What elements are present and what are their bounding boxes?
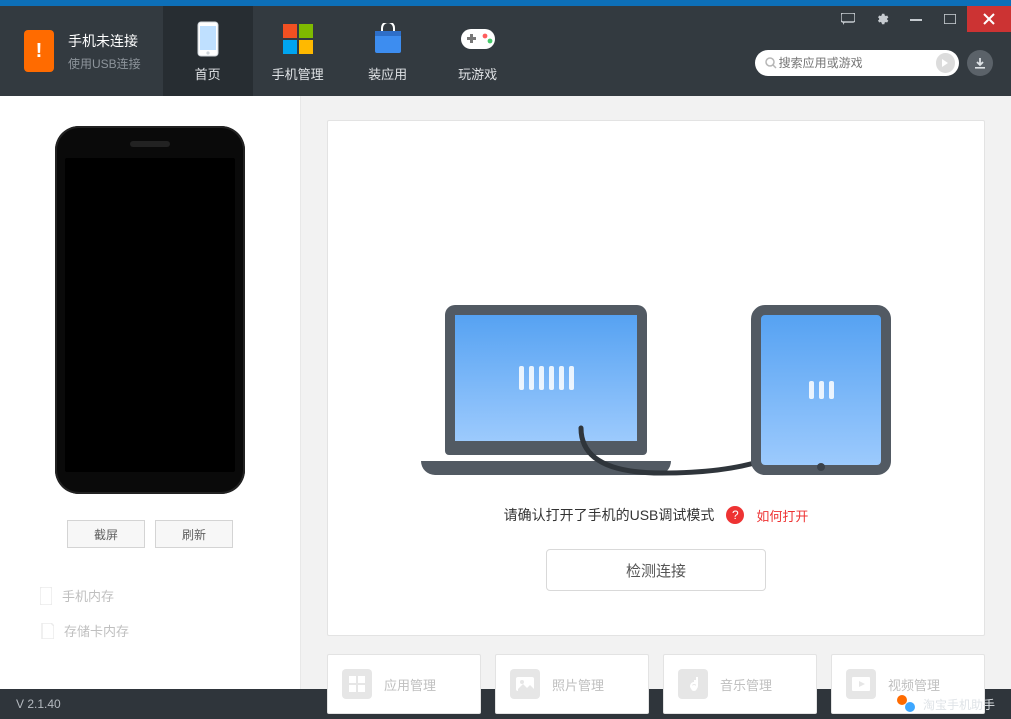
phone-icon bbox=[197, 20, 219, 58]
nav-manage[interactable]: 手机管理 bbox=[253, 6, 343, 96]
shopping-bag-icon bbox=[373, 20, 403, 58]
minimize-button[interactable] bbox=[899, 6, 933, 32]
maximize-button[interactable] bbox=[933, 6, 967, 32]
alert-phone-icon: ! bbox=[24, 30, 54, 72]
tile-label: 视频管理 bbox=[888, 675, 940, 694]
nav-games[interactable]: 玩游戏 bbox=[433, 6, 523, 96]
status-title: 手机未连接 bbox=[68, 31, 141, 51]
nav-label: 玩游戏 bbox=[458, 64, 497, 83]
download-button[interactable] bbox=[967, 50, 993, 76]
phone-device-icon bbox=[751, 305, 891, 475]
how-to-open-link[interactable]: 如何打开 bbox=[756, 506, 808, 525]
device-preview bbox=[55, 126, 245, 494]
tile-apps[interactable]: 应用管理 bbox=[327, 654, 481, 714]
tiles-icon bbox=[283, 20, 313, 58]
apps-icon bbox=[342, 669, 372, 699]
status-subtitle: 使用USB连接 bbox=[68, 55, 141, 72]
connection-diagram bbox=[421, 255, 891, 475]
tile-label: 应用管理 bbox=[384, 675, 436, 694]
version-label: V 2.1.40 bbox=[16, 697, 61, 711]
refresh-button[interactable]: 刷新 bbox=[155, 520, 233, 548]
connection-status-block: ! 手机未连接 使用USB连接 bbox=[0, 6, 163, 96]
phone-storage-row: 手机内存 bbox=[40, 578, 260, 613]
nav-apps[interactable]: 装应用 bbox=[343, 6, 433, 96]
app-header: ! 手机未连接 使用USB连接 首页 手机管理 bbox=[0, 6, 1011, 96]
music-icon bbox=[678, 669, 708, 699]
video-icon bbox=[846, 669, 876, 699]
brand-label: 淘宝手机助手 bbox=[897, 695, 995, 713]
brand-text: 淘宝手机助手 bbox=[923, 696, 995, 713]
nav-label: 首页 bbox=[195, 64, 221, 83]
detect-connection-button[interactable]: 检测连接 bbox=[546, 549, 766, 591]
management-tiles: 应用管理 照片管理 音乐管理 视频管理 bbox=[327, 654, 985, 714]
window-controls bbox=[831, 6, 1011, 32]
settings-icon[interactable] bbox=[865, 6, 899, 32]
tile-label: 照片管理 bbox=[552, 675, 604, 694]
photos-icon bbox=[510, 669, 540, 699]
tile-label: 音乐管理 bbox=[720, 675, 772, 694]
tile-music[interactable]: 音乐管理 bbox=[663, 654, 817, 714]
tile-photos[interactable]: 照片管理 bbox=[495, 654, 649, 714]
brand-logo-icon bbox=[897, 695, 915, 713]
sd-storage-label: 存储卡内存 bbox=[64, 621, 129, 640]
search-go-button[interactable] bbox=[936, 53, 955, 73]
sd-storage-row: 存储卡内存 bbox=[40, 613, 260, 648]
nav-label: 装应用 bbox=[368, 64, 407, 83]
gamepad-icon bbox=[459, 20, 497, 58]
search-box[interactable] bbox=[755, 50, 959, 76]
usb-prompt-text: 请确认打开了手机的USB调试模式 bbox=[504, 505, 715, 525]
search-input[interactable] bbox=[777, 55, 936, 71]
feedback-icon[interactable] bbox=[831, 6, 865, 32]
main-nav: 首页 手机管理 装应用 bbox=[163, 6, 523, 96]
sd-storage-icon bbox=[40, 623, 54, 639]
nav-home[interactable]: 首页 bbox=[163, 6, 253, 96]
phone-storage-icon bbox=[40, 587, 52, 605]
search-icon bbox=[765, 57, 777, 69]
nav-label: 手机管理 bbox=[272, 64, 324, 83]
connection-card: 请确认打开了手机的USB调试模式 ? 如何打开 检测连接 bbox=[327, 120, 985, 636]
sidebar: 截屏 刷新 手机内存 存储卡内存 bbox=[0, 96, 301, 689]
main-area: 请确认打开了手机的USB调试模式 ? 如何打开 检测连接 应用管理 照片管理 bbox=[301, 96, 1011, 689]
screenshot-button[interactable]: 截屏 bbox=[67, 520, 145, 548]
close-button[interactable] bbox=[967, 6, 1011, 32]
help-icon: ? bbox=[726, 506, 744, 524]
phone-storage-label: 手机内存 bbox=[62, 586, 114, 605]
